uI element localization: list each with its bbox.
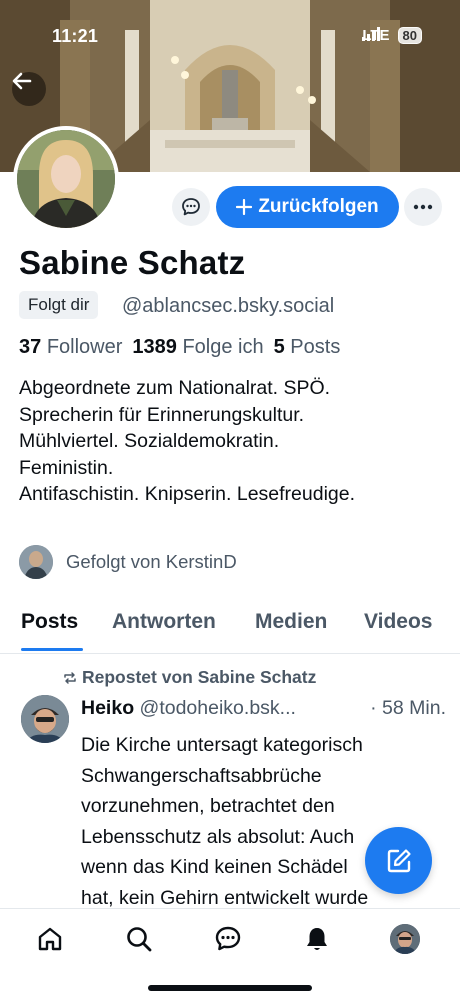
follow-back-label: Zurückfolgen	[258, 196, 379, 217]
post-line: vorzunehmen, betrachtet den	[81, 795, 335, 817]
tab-replies[interactable]: Antworten	[112, 610, 216, 634]
nav-home[interactable]	[34, 923, 66, 955]
more-options-button[interactable]	[404, 188, 442, 226]
post-author-avatar[interactable]	[21, 695, 69, 743]
nav-search[interactable]	[123, 923, 155, 955]
status-time: 11:21	[52, 26, 99, 46]
home-icon	[38, 927, 62, 951]
signal-icon	[362, 27, 381, 41]
bell-icon	[307, 928, 327, 950]
nav-chat[interactable]	[212, 923, 244, 955]
battery-level: 80	[402, 28, 417, 43]
following-stat[interactable]: 1389 Folge ich	[132, 336, 263, 359]
follow-back-button[interactable]: Zurückfolgen	[216, 186, 399, 228]
post-line: Die Kirche untersagt kategorisch	[81, 734, 363, 756]
bio-line: Mühlviertel. Sozialdemokratin.	[19, 430, 280, 452]
bio-line: Sprecherin für Erinnerungskultur.	[19, 403, 305, 426]
back-button[interactable]	[12, 72, 46, 106]
post-author[interactable]: Heiko	[81, 697, 134, 719]
repost-label[interactable]: Repostet von Sabine Schatz	[63, 667, 316, 688]
chat-bubble-icon	[182, 198, 200, 216]
profile-stats: 37 Follower 1389 Folge ich 5 Posts	[19, 336, 340, 359]
battery-icon: 80	[397, 27, 422, 44]
repost-icon	[64, 671, 76, 684]
display-name: Sabine Schatz	[19, 244, 246, 281]
home-indicator	[148, 985, 312, 991]
bottom-navigation	[0, 908, 460, 1000]
post-line: Schwangerschaftsabbrüche	[81, 764, 322, 787]
followers-count: 37	[19, 336, 42, 358]
tab-posts[interactable]: Posts	[21, 610, 78, 634]
compose-icon	[387, 848, 411, 872]
follows-you-badge: Folgt dir	[19, 291, 99, 319]
post-timestamp: · 58 Min.	[370, 697, 446, 719]
followed-by[interactable]: Gefolgt von KerstinD	[19, 545, 237, 579]
compose-button[interactable]	[365, 827, 432, 894]
repost-text: Repostet von Sabine Schatz	[82, 667, 317, 687]
following-count: 1389	[132, 336, 177, 358]
posts-count: 5	[273, 336, 285, 358]
arrow-left-icon	[12, 72, 32, 90]
profile-bio: Abgeordnete zum Nationalrat. SPÖ. Sprech…	[19, 375, 449, 508]
tab-media[interactable]: Medien	[255, 610, 327, 634]
status-indicators: LTE 80	[362, 27, 422, 44]
avatar-image	[17, 130, 115, 228]
nav-notifications[interactable]	[301, 923, 333, 955]
bio-line: Feministin.	[19, 456, 114, 479]
plus-icon	[236, 199, 253, 215]
followers-stat[interactable]: 37 Follower	[19, 336, 122, 359]
profile-handle: @ablancsec.bsky.social	[122, 295, 335, 317]
following-label: Folge ich	[182, 336, 264, 358]
status-bar: 11:21 LTE 80	[0, 0, 460, 64]
profile-tabs: Posts Antworten Medien Videos	[0, 600, 460, 654]
active-tab-indicator	[21, 648, 83, 651]
search-icon	[127, 927, 152, 952]
followed-by-label: Gefolgt von KerstinD	[66, 551, 237, 572]
post-handle[interactable]: @todoheiko.bsk...	[140, 697, 296, 719]
ellipsis-icon	[413, 204, 433, 210]
bio-line: Antifaschistin. Knipserin. Lesefreudige.	[19, 483, 356, 505]
profile-avatar-icon	[390, 924, 420, 954]
followers-label: Follower	[46, 336, 123, 358]
follower-avatar	[19, 545, 53, 579]
posts-label: Posts	[290, 336, 341, 358]
posts-stat: 5 Posts	[274, 336, 341, 359]
bio-line: Abgeordnete zum Nationalrat. SPÖ.	[19, 377, 331, 399]
nav-profile[interactable]	[389, 923, 421, 955]
post-header: Heiko @todoheiko.bsk... · 58 Min.	[81, 697, 446, 720]
chat-icon	[215, 926, 241, 951]
profile-avatar[interactable]	[13, 126, 119, 232]
tab-videos[interactable]: Videos	[364, 610, 432, 634]
message-button[interactable]	[172, 188, 210, 226]
